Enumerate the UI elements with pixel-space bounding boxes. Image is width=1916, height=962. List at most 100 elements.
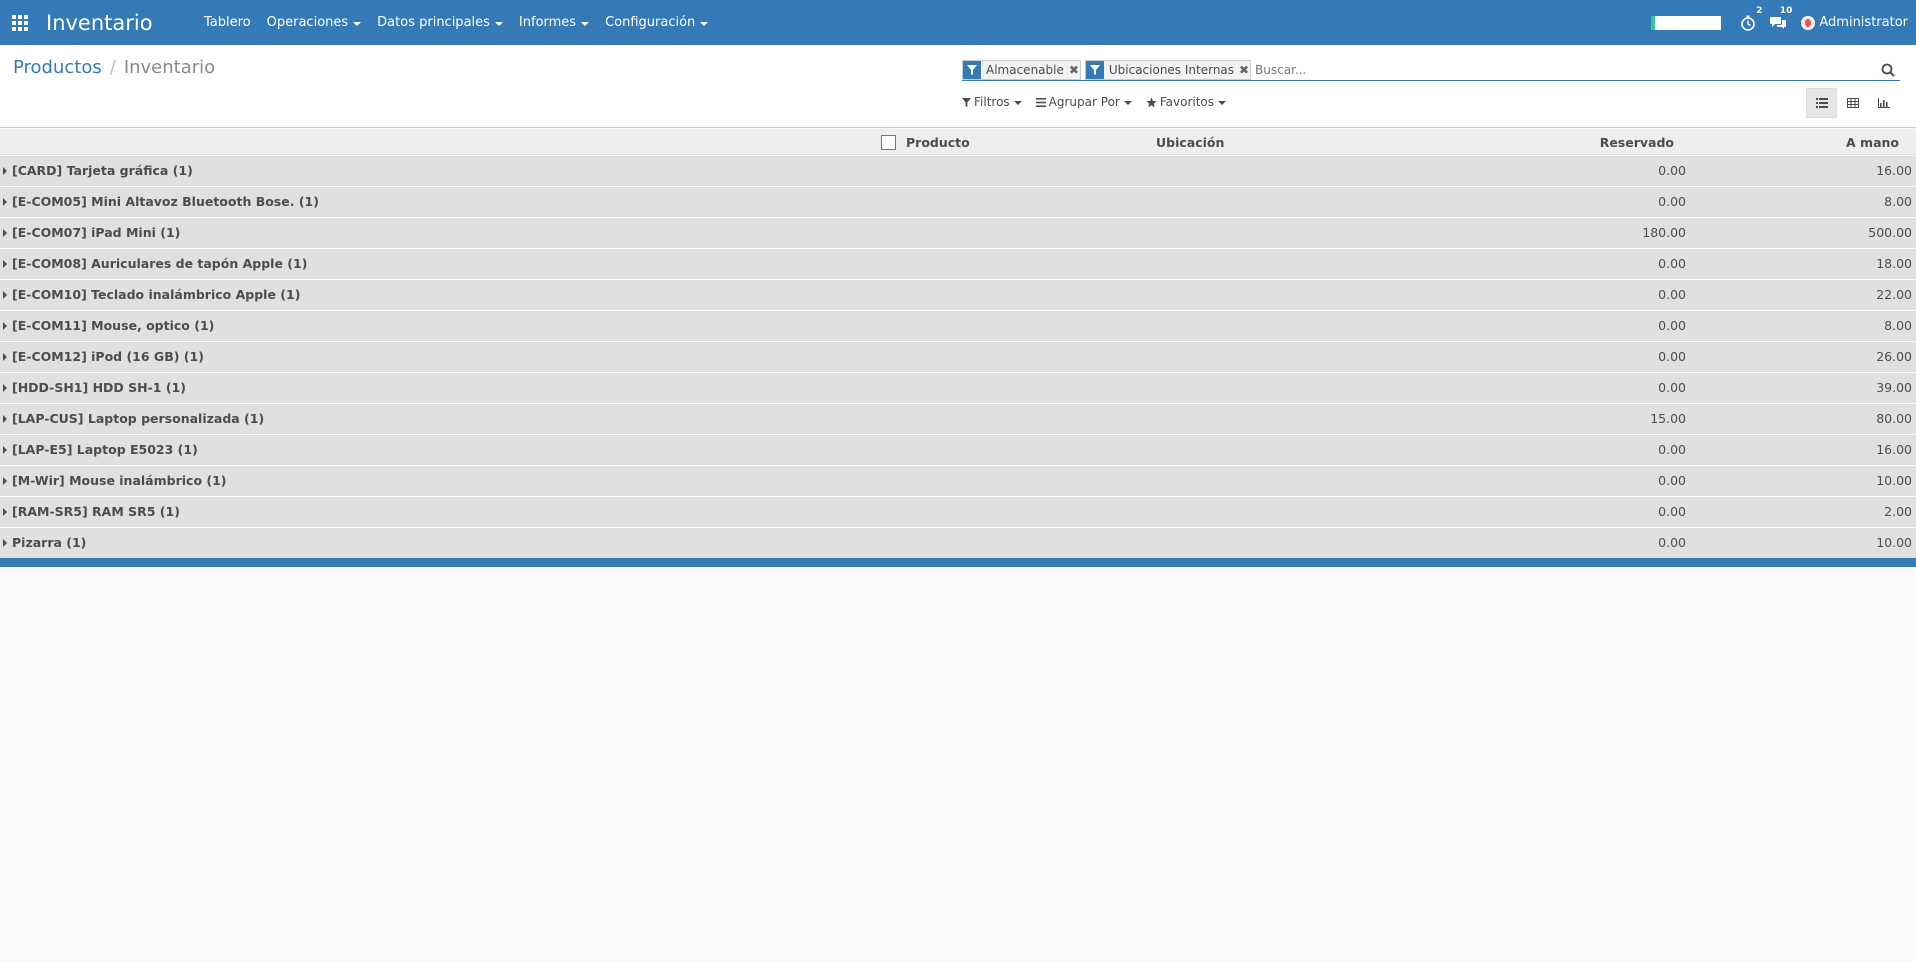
column-header-location[interactable]: Ubicación bbox=[1156, 135, 1224, 150]
user-menu[interactable]: Administrator bbox=[1801, 15, 1908, 30]
group-name: [CARD] Tarjeta gráfica (1) bbox=[12, 163, 193, 178]
list-icon bbox=[1815, 98, 1828, 108]
group-reserved-total: 0.00 bbox=[1658, 194, 1686, 209]
menu-item-label: Configuración bbox=[605, 15, 696, 30]
messages-count-badge: 10 bbox=[1778, 5, 1794, 16]
table-group-row[interactable]: [RAM-SR5] RAM SR5 (1) 0.00 2.00 bbox=[0, 496, 1916, 527]
caret-down-icon bbox=[1013, 101, 1022, 105]
navbar-systray: 2 10 Administrator bbox=[1651, 0, 1908, 45]
breadcrumb-current: Inventario bbox=[123, 57, 216, 78]
chat-icon bbox=[1769, 17, 1786, 29]
inventory-list-table: Producto Ubicación Reservado A mano [CAR… bbox=[0, 129, 1916, 567]
group-name: [M-Wir] Mouse inalámbrico (1) bbox=[12, 473, 227, 488]
table-group-row[interactable]: [E-COM08] Auriculares de tapón Apple (1)… bbox=[0, 248, 1916, 279]
table-group-row[interactable]: [CARD] Tarjeta gráfica (1) 0.00 16.00 bbox=[0, 155, 1916, 186]
group-reserved-total: 0.00 bbox=[1658, 535, 1686, 550]
column-header-product[interactable]: Producto bbox=[906, 135, 970, 150]
menu-item-datos-principales[interactable]: Datos principales bbox=[369, 15, 511, 30]
search-bar: Almacenable ✖ Ubicaciones Internas ✖ bbox=[962, 59, 1900, 81]
graph-view-button[interactable] bbox=[1868, 88, 1899, 118]
table-group-row[interactable]: [LAP-E5] Laptop E5023 (1) 0.00 16.00 bbox=[0, 434, 1916, 465]
group-reserved-total: 0.00 bbox=[1658, 380, 1686, 395]
caret-down-icon bbox=[1123, 101, 1132, 105]
group-on-hand-total: 8.00 bbox=[1884, 318, 1912, 333]
group-on-hand-total: 26.00 bbox=[1876, 349, 1912, 364]
select-all-checkbox[interactable] bbox=[881, 135, 896, 150]
menu-item-informes[interactable]: Informes bbox=[511, 15, 597, 30]
group-reserved-total: 0.00 bbox=[1658, 442, 1686, 457]
group-name: [E-COM12] iPod (16 GB) (1) bbox=[12, 349, 204, 364]
activity-count-badge: 2 bbox=[1755, 5, 1764, 16]
filters-dropdown[interactable]: Filtros bbox=[962, 95, 1022, 109]
caret-right-icon bbox=[3, 229, 7, 237]
caret-right-icon bbox=[3, 167, 7, 175]
caret-right-icon bbox=[3, 446, 7, 454]
table-group-row[interactable]: [M-Wir] Mouse inalámbrico (1) 0.00 10.00 bbox=[0, 465, 1916, 496]
search-options: Filtros Agrupar Por Favoritos bbox=[962, 95, 1240, 109]
table-group-row[interactable]: [E-COM07] iPad Mini (1) 180.00 500.00 bbox=[0, 217, 1916, 248]
group-name: [HDD-SH1] HDD SH-1 (1) bbox=[12, 380, 186, 395]
group-name: [E-COM07] iPad Mini (1) bbox=[12, 225, 181, 240]
caret-right-icon bbox=[3, 384, 7, 392]
star-icon bbox=[1146, 96, 1157, 107]
favorites-dropdown[interactable]: Favoritos bbox=[1146, 95, 1227, 109]
search-icon[interactable] bbox=[1878, 59, 1898, 81]
column-header-reserved[interactable]: Reservado bbox=[1600, 135, 1674, 150]
group-on-hand-total: 16.00 bbox=[1876, 442, 1912, 457]
group-name: [LAP-E5] Laptop E5023 (1) bbox=[12, 442, 198, 457]
group-reserved-total: 0.00 bbox=[1658, 349, 1686, 364]
table-group-row[interactable]: [E-COM10] Teclado inalámbrico Apple (1) 0… bbox=[0, 279, 1916, 310]
messages-button[interactable]: 10 bbox=[1769, 5, 1794, 32]
apps-menu-icon[interactable] bbox=[0, 0, 40, 45]
group-rows: [CARD] Tarjeta gráfica (1) 0.00 16.00 [E-CO… bbox=[0, 155, 1916, 558]
remove-facet-icon[interactable]: ✖ bbox=[1238, 61, 1250, 79]
table-group-row[interactable]: [HDD-SH1] HDD SH-1 (1) 0.00 39.00 bbox=[0, 372, 1916, 403]
caret-down-icon bbox=[1218, 101, 1227, 105]
breadcrumb-parent-link[interactable]: Productos bbox=[13, 57, 102, 78]
group-reserved-total: 0.00 bbox=[1658, 163, 1686, 178]
remove-facet-icon[interactable]: ✖ bbox=[1068, 61, 1080, 79]
filter-icon bbox=[1085, 60, 1104, 79]
group-reserved-total: 0.00 bbox=[1658, 256, 1686, 271]
column-header-on-hand[interactable]: A mano bbox=[1846, 135, 1899, 150]
group-name: [RAM-SR5] RAM SR5 (1) bbox=[12, 504, 180, 519]
view-switcher bbox=[1806, 88, 1899, 118]
group-name: [LAP-CUS] Laptop personalizada (1) bbox=[12, 411, 265, 426]
caret-down-icon bbox=[581, 21, 590, 26]
group-on-hand-total: 10.00 bbox=[1876, 473, 1912, 488]
top-navbar: Inventario Tablero Operaciones Datos pri… bbox=[0, 0, 1916, 45]
menu-item-tablero[interactable]: Tablero bbox=[196, 15, 259, 30]
search-input[interactable] bbox=[1255, 59, 1900, 80]
onboarding-progress-bar[interactable] bbox=[1651, 15, 1722, 30]
menu-item-label: Operaciones bbox=[266, 15, 349, 30]
facet-label: Ubicaciones Internas bbox=[1108, 62, 1235, 77]
list-view-button[interactable] bbox=[1806, 88, 1837, 118]
filter-icon bbox=[963, 60, 981, 79]
menu-item-operaciones[interactable]: Operaciones bbox=[259, 15, 370, 30]
group-reserved-total: 15.00 bbox=[1650, 411, 1686, 426]
app-title[interactable]: Inventario bbox=[46, 11, 196, 35]
group-reserved-total: 0.00 bbox=[1658, 504, 1686, 519]
bar-chart-icon bbox=[1877, 98, 1890, 108]
breadcrumb-separator: / bbox=[109, 57, 116, 78]
group-on-hand-total: 8.00 bbox=[1884, 194, 1912, 209]
group-name: Pizarra (1) bbox=[12, 535, 87, 550]
group-by-dropdown[interactable]: Agrupar Por bbox=[1035, 95, 1132, 109]
caret-right-icon bbox=[3, 291, 7, 299]
pivot-view-button[interactable] bbox=[1837, 88, 1868, 118]
search-facet-ubicaciones-internas: Ubicaciones Internas ✖ bbox=[1084, 59, 1252, 80]
table-group-row[interactable]: [E-COM12] iPod (16 GB) (1) 0.00 26.00 bbox=[0, 341, 1916, 372]
caret-right-icon bbox=[3, 508, 7, 516]
table-footer bbox=[0, 558, 1916, 567]
group-name: [E-COM05] Mini Altavoz Bluetooth Bose. (… bbox=[12, 194, 319, 209]
table-group-row[interactable]: [LAP-CUS] Laptop personalizada (1) 15.00 8… bbox=[0, 403, 1916, 434]
activity-button[interactable]: 2 bbox=[1739, 5, 1764, 32]
group-reserved-total: 180.00 bbox=[1642, 225, 1686, 240]
table-group-row[interactable]: Pizarra (1) 0.00 10.00 bbox=[0, 527, 1916, 558]
group-reserved-total: 0.00 bbox=[1658, 473, 1686, 488]
menu-item-configuracion[interactable]: Configuración bbox=[597, 15, 716, 30]
table-group-row[interactable]: [E-COM11] Mouse, optico (1) 0.00 8.00 bbox=[0, 310, 1916, 341]
caret-down-icon bbox=[353, 21, 362, 26]
caret-right-icon bbox=[3, 322, 7, 330]
table-group-row[interactable]: [E-COM05] Mini Altavoz Bluetooth Bose. (… bbox=[0, 186, 1916, 217]
